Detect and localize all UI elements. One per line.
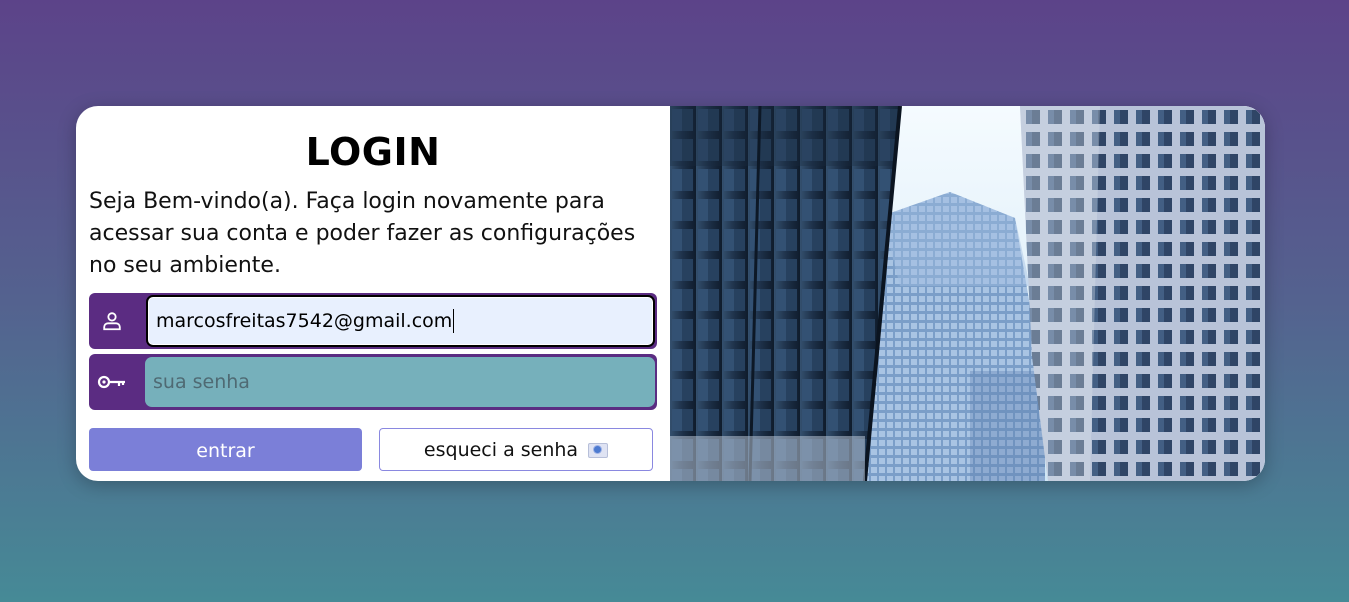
enter-button-label: entrar	[196, 440, 255, 462]
enter-button[interactable]: entrar	[89, 428, 362, 471]
login-panel: LOGIN Seja Bem-vindo(a). Faça login nova…	[76, 106, 670, 481]
forgot-password-button[interactable]: esqueci a senha	[379, 428, 653, 471]
login-card: LOGIN Seja Bem-vindo(a). Faça login nova…	[76, 106, 1265, 481]
user-icon	[89, 293, 135, 349]
forgot-password-label: esqueci a senha	[423, 439, 579, 461]
welcome-text: Seja Bem-vindo(a). Faça login novamente …	[89, 189, 636, 278]
id-card-icon	[588, 442, 609, 458]
email-field[interactable]: marcosfreitas7542@gmail.com	[146, 295, 655, 347]
page-title: LOGIN	[305, 130, 441, 174]
text-caret	[453, 309, 455, 333]
email-field-group: marcosfreitas7542@gmail.com	[89, 293, 657, 349]
password-field[interactable]	[145, 357, 655, 407]
key-icon	[89, 354, 135, 410]
email-value: marcosfreitas7542@gmail.com	[156, 310, 453, 332]
office-buildings-photo	[670, 106, 1265, 481]
password-field-group	[89, 354, 657, 410]
